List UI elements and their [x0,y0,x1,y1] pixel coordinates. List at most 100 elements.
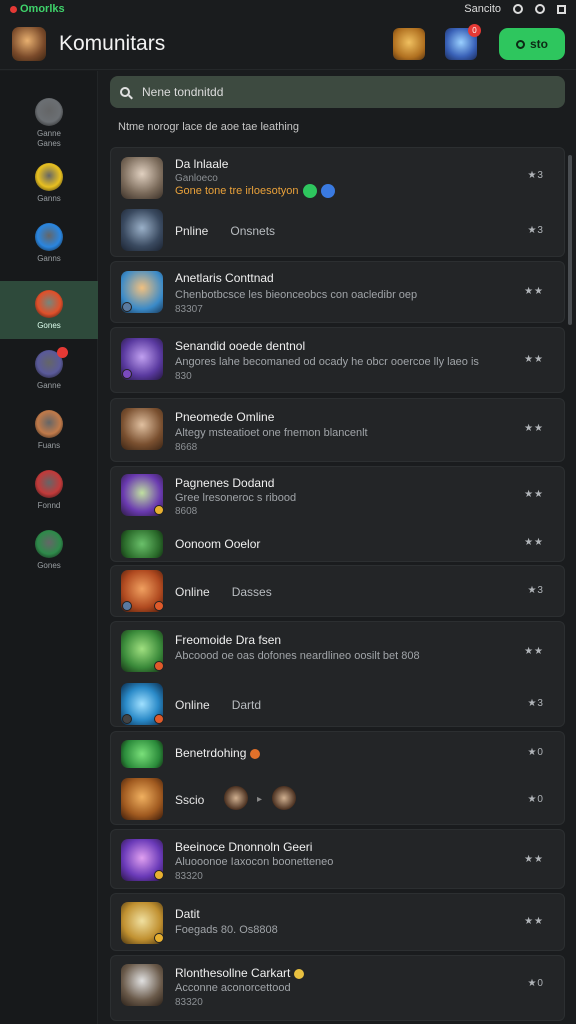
sidebar-item-6[interactable]: Fonnd [0,461,98,519]
list-item[interactable]: Anetlaris Conttnad Chenbotbcsce les bieo… [110,261,565,323]
card-icon [35,469,63,498]
sidebar-item-1[interactable]: Ganns [0,154,98,212]
item-tagline-text: Gone tone tre irloesotyon [175,184,299,197]
community-thumb [121,474,164,516]
community-thumb [121,530,163,558]
list-item[interactable]: Pneomede Omline Altegy msteatioet one fn… [110,398,565,462]
star-icon [294,968,305,979]
badge-icon [122,714,132,724]
rating: ★★ [524,916,544,927]
arrow-icon: ▸ [257,794,263,805]
sidebar-item-3[interactable]: Gones [0,281,98,339]
sidebar-item-label: Fonnd [37,500,61,510]
item-title: Senandid ooede dentnol [175,339,306,353]
character-icon [35,346,68,378]
brand-dot-icon [10,5,17,13]
game-shortcut-icon[interactable] [393,28,425,60]
community-thumb [121,839,164,881]
item-count: 83307 [175,304,203,315]
member-avatar[interactable] [272,786,296,810]
section-subtitle: Ntme norogr lace de aoe tae leathing [118,121,300,133]
sidebar-item-label: Gones [37,560,61,570]
sidebar-item-4[interactable]: Ganne [0,341,98,399]
list-item[interactable]: Da lnlaale Ganloeco Gone tone tre irloes… [110,147,565,257]
list-item[interactable]: Senandid ooede dentnol Angores lahe beco… [110,327,565,393]
sidebar-item-0[interactable]: Ganne Ganes [0,94,98,152]
community-thumb [121,902,164,944]
search-icon [120,87,130,97]
notifications-icon[interactable]: 0 [445,24,481,60]
badge-icon [154,870,164,880]
rating: ★★ [524,286,544,297]
item-title: Freomoide Dra fsen [175,633,282,647]
badge-icon [154,933,164,943]
rating: ★3 [527,225,544,236]
page-title: Komunitars [59,31,166,55]
badge-icon [154,601,164,611]
community-thumb [121,683,164,725]
item-title: Datit [175,907,200,921]
sidebar-item-label: Ganne Ganes [36,128,62,148]
list-item[interactable]: Rlonthesollne Carkart Acconne aconorcett… [110,955,565,1021]
status-bar: Omorlks Sancito [0,0,576,18]
item-count: 830 [175,371,192,382]
status-online: Online [175,585,210,599]
rating: ★★ [524,354,544,365]
sidebar-item-label: Gones [37,320,61,330]
status-secondary: Onsnets [230,224,276,238]
list-item[interactable]: Datit Foegads 80. Os8808 ★★ [110,893,565,951]
item-title: Beeinoce Dnonnoln Geeri [175,840,313,854]
notif-badge: 0 [468,24,481,37]
list-item[interactable]: Pagnenes Dodand Gree lresoneroc s ribood… [110,466,565,562]
item-sub: Angores lahe becomaned od ocady he obcr … [175,356,479,368]
sidebar-item-7[interactable]: Gones [0,521,98,579]
item-sub: Gree lresoneroc s ribood [175,492,297,504]
item-tagline: Gone tone tre irloesotyon [175,184,335,198]
member-avatar[interactable] [224,786,248,810]
badge-icon [122,302,132,312]
clover-icon [35,529,63,558]
rating: ★★ [524,646,544,657]
search-button[interactable]: sto [499,28,565,60]
item-sub: Foegads 80. Os8808 [175,924,278,936]
rating: ★★ [524,537,544,548]
rating: ★0 [527,978,544,989]
community-thumb [121,338,163,380]
community-thumb [121,630,164,672]
badge-icon [122,369,132,379]
list-item[interactable]: Beeinoce Dnonnoln Geeri Aluooonoe Iaxoco… [110,829,565,889]
search-bar[interactable]: Nene tondnitdd [110,76,565,108]
sidebar-item-label: Ganns [37,253,61,263]
user-avatar[interactable] [12,26,46,61]
brand-label: Omorlks [10,3,65,15]
badge-icon [154,661,164,671]
sidebar-item-5[interactable]: Fuans [0,401,98,459]
item-count: 83320 [175,871,203,882]
status-secondary: Dasses [231,585,272,599]
rating: ★★ [524,854,544,865]
verified-icon [320,184,335,198]
item-status: Online Dartd [175,698,261,712]
app-header: Komunitars 0 sto [0,18,576,70]
community-thumb [121,570,164,612]
search-input[interactable]: Nene tondnitdd [142,85,223,99]
list-item[interactable]: Online Dasses ★3 [110,565,565,617]
list-item[interactable]: Freomoide Dra fsen Abcoood oe oas dofone… [110,621,565,727]
brand-text: Omorlks [20,3,65,15]
community-thumb [121,209,163,251]
badge-icon [154,714,164,724]
status-secondary: Dartd [231,698,262,712]
item-title: Pneomede Omline [175,410,275,424]
menu-icon[interactable] [557,4,566,14]
community-thumb [121,964,163,1006]
flame-icon [250,748,261,759]
item-sub: Acconne aconorcettood [175,982,291,994]
scrollbar[interactable] [568,155,572,325]
sidebar-item-2[interactable]: Ganns [0,214,98,272]
community-thumb [121,157,163,199]
item-status: Pnline Onsnets [175,224,275,238]
item-count: 8608 [175,506,198,517]
list-item[interactable]: Benetrdohing ★0 Sscio ▸ ★0 [110,731,565,825]
status-label: Sscio [175,793,205,807]
disc-icon [35,97,63,126]
